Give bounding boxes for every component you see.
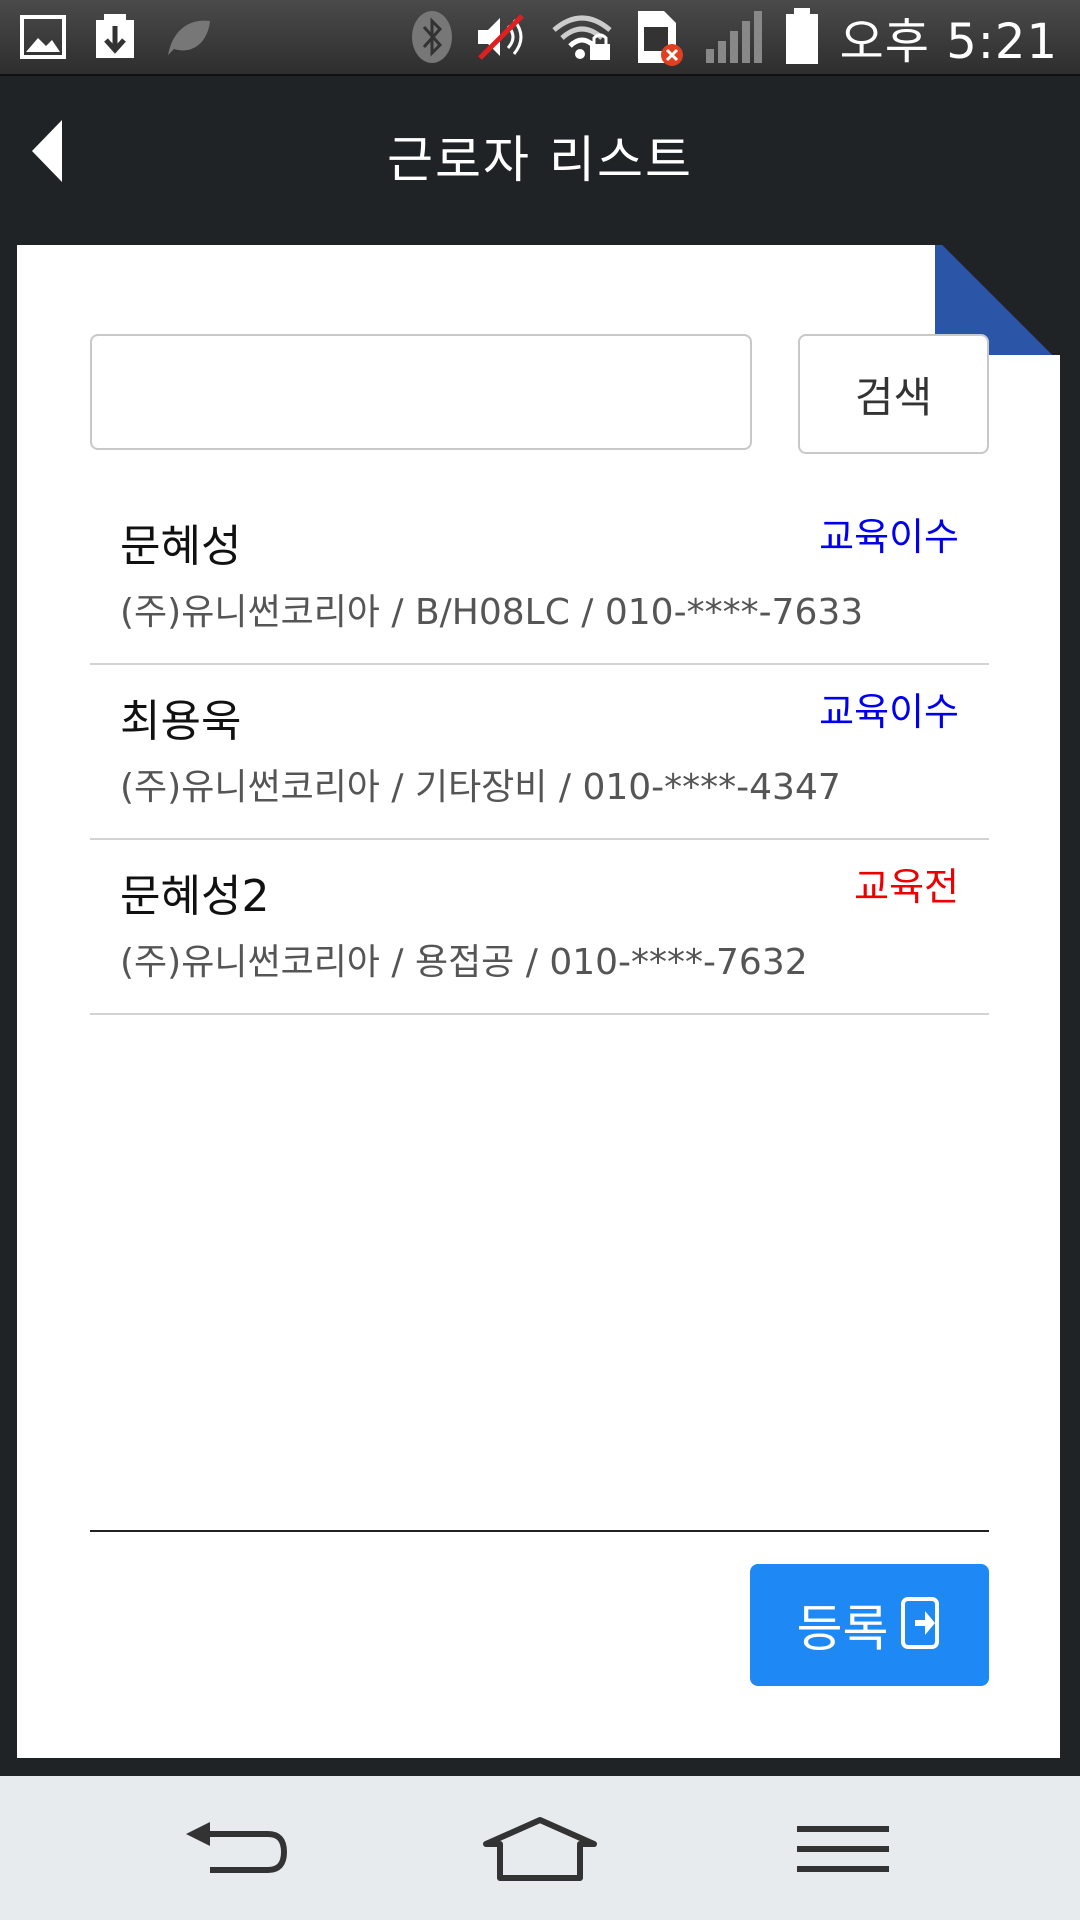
navigation-bar [0,1776,1080,1920]
worker-name: 문혜성2 [120,871,270,922]
list-item[interactable]: 문혜성2 교육전 (주)유니썬코리아 / 용접공 / 010-****-7632 [90,840,989,1015]
mute-icon [474,12,530,62]
status-bar-right: 오후 5:21 [410,0,1058,74]
list-item[interactable]: 문혜성 교육이수 (주)유니썬코리아 / B/H08LC / 010-****-… [90,490,989,665]
nav-home-icon [483,1817,597,1881]
worker-list: 문혜성 교육이수 (주)유니썬코리아 / B/H08LC / 010-****-… [90,490,989,1015]
sim-error-icon [634,7,684,67]
status-bar: 오후 5:21 [0,0,1080,76]
download-icon [92,12,138,62]
bluetooth-icon [410,9,454,65]
worker-name: 문혜성 [120,521,242,572]
signal-icon [704,9,764,65]
app-bar: 근로자 리스트 [0,76,1080,226]
nav-back-button[interactable] [180,1816,290,1890]
education-status: 교육이수 [819,515,959,559]
worker-detail: (주)유니썬코리아 / 기타장비 / 010-****-4347 [120,767,841,808]
page-title: 근로자 리스트 [387,131,693,189]
wifi-lock-icon [550,12,614,62]
nav-menu-button[interactable] [795,1816,891,1890]
register-label: 등록 [796,1600,889,1658]
nav-back-icon [186,1822,288,1873]
worker-list-card: 검색 문혜성 교육이수 (주)유니썬코리아 / B/H08LC / 010-**… [17,245,1060,1758]
leaf-icon [164,15,214,59]
enter-door-icon [899,1595,943,1655]
status-bar-left [20,12,214,62]
worker-detail: (주)유니썬코리아 / B/H08LC / 010-****-7633 [120,592,864,633]
search-button[interactable]: 검색 [798,334,989,454]
nav-menu-icon [797,1826,889,1872]
status-time: 오후 5:21 [839,14,1058,70]
education-status: 교육전 [854,865,959,909]
nav-home-button[interactable] [480,1816,600,1890]
register-button[interactable]: 등록 [750,1564,989,1686]
search-input[interactable] [90,334,752,450]
bottom-divider [90,1530,989,1532]
battery-icon [784,8,820,66]
worker-name: 최용욱 [120,696,242,747]
list-item[interactable]: 최용욱 교육이수 (주)유니썬코리아 / 기타장비 / 010-****-434… [90,665,989,840]
education-status: 교육이수 [819,690,959,734]
worker-detail: (주)유니썬코리아 / 용접공 / 010-****-7632 [120,942,808,983]
image-icon [20,14,66,60]
